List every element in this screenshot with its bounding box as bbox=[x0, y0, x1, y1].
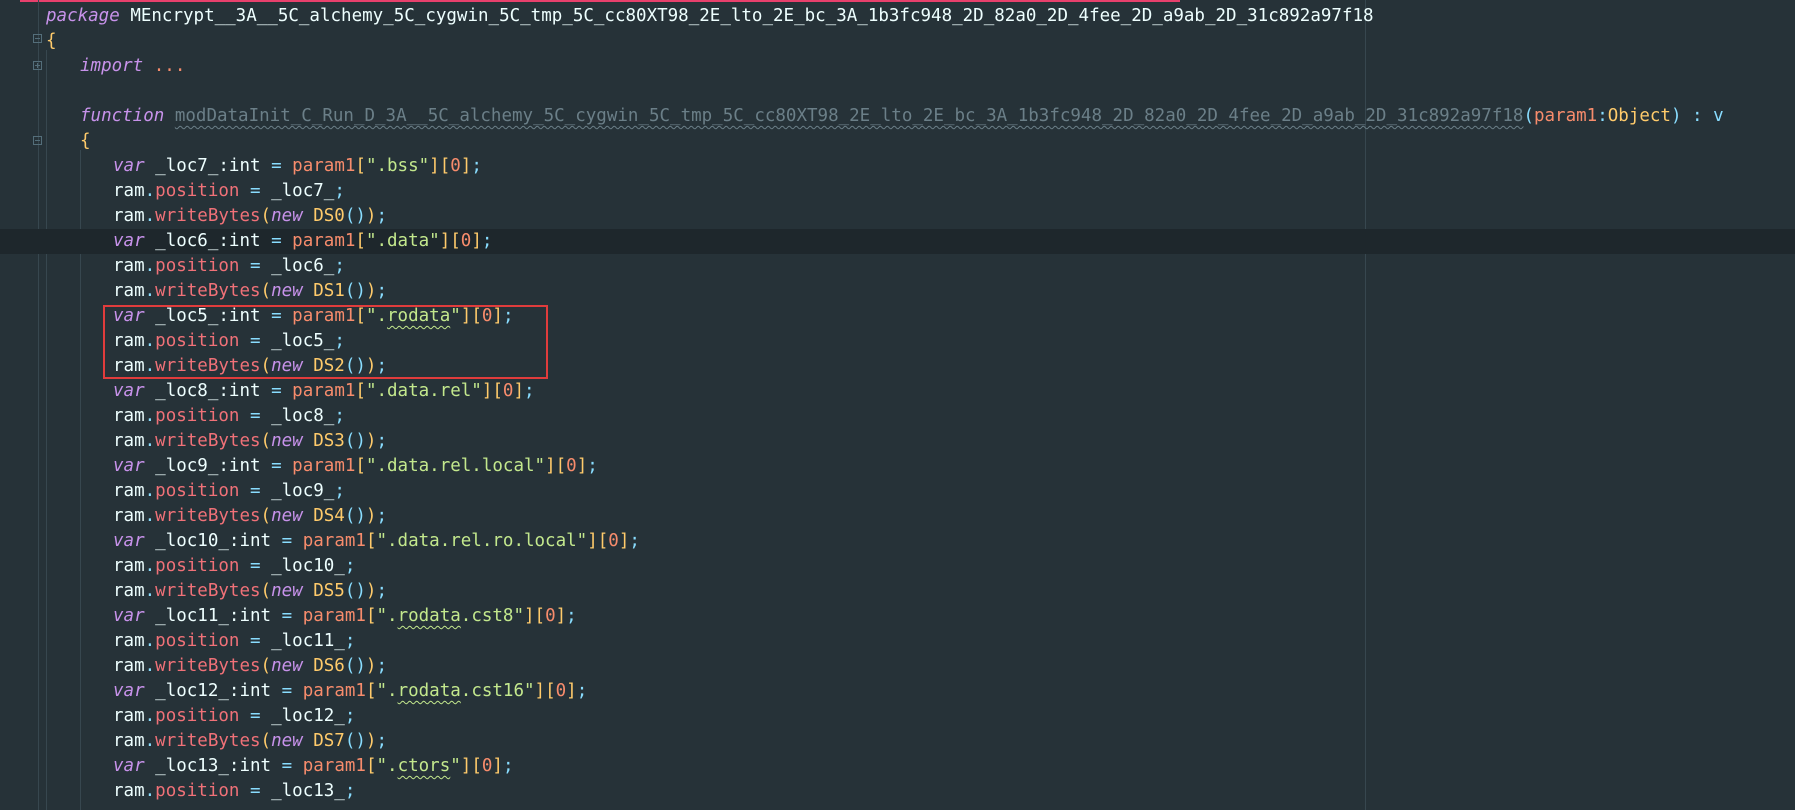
code-line-position: ram.position = _loc7_; bbox=[113, 181, 345, 201]
keyword-package: package bbox=[46, 6, 120, 26]
code-line-var: var _loc7_:int = param1[".bss"][0]; bbox=[113, 156, 482, 176]
var-name: _loc12_ bbox=[155, 681, 229, 701]
code-line-var: var _loc11_:int = param1[".rodata.cst8"]… bbox=[113, 606, 577, 626]
code-line-position: ram.position = _loc9_; bbox=[113, 481, 345, 501]
code-line-var: var _loc8_:int = param1[".data.rel"][0]; bbox=[113, 381, 535, 401]
ds-class: DS5 bbox=[313, 581, 345, 601]
section-string: ".data.rel.ro.local" bbox=[376, 531, 588, 551]
var-name: _loc6_ bbox=[155, 231, 219, 251]
var-ref: _loc6_ bbox=[271, 256, 335, 276]
keyword-var: var bbox=[113, 381, 145, 401]
keyword-var: var bbox=[113, 156, 145, 176]
keyword-var: var bbox=[113, 681, 145, 701]
var-name: _loc9_ bbox=[155, 456, 219, 476]
param-name: param1 bbox=[1533, 106, 1598, 126]
code-line-position: ram.position = _loc11_; bbox=[113, 631, 356, 651]
code-line-writebytes: ram.writeBytes(new DS4()); bbox=[113, 506, 387, 526]
code-line-writebytes: ram.writeBytes(new DS3()); bbox=[113, 431, 387, 451]
section-string: ".rodata.cst8" bbox=[376, 606, 524, 626]
var-ref: _loc9_ bbox=[271, 481, 335, 501]
ds-class: DS1 bbox=[313, 281, 345, 301]
ds-class: DS7 bbox=[313, 731, 345, 751]
function-name: modDataInit_C_Run_D_3A__5C_alchemy_5C_cy… bbox=[174, 106, 1524, 126]
highlight-box-rodata bbox=[103, 305, 548, 379]
code-line-open-brace: { bbox=[0, 29, 1795, 54]
section-string: ".data.rel" bbox=[365, 381, 482, 401]
function-tail: ) : v bbox=[1670, 106, 1724, 126]
code-line-position: ram.position = _loc12_; bbox=[113, 706, 356, 726]
code-line-package: package MEncrypt__3A__5C_alchemy_5C_cygw… bbox=[0, 4, 1795, 29]
keyword-var: var bbox=[113, 606, 145, 626]
import-folded[interactable]: ... bbox=[154, 56, 186, 76]
keyword-var: var bbox=[113, 231, 145, 251]
code-line-import: import ... bbox=[0, 54, 1795, 79]
code-line-position: ram.position = _loc8_; bbox=[113, 406, 345, 426]
code-line-var: var _loc13_:int = param1[".ctors"][0]; bbox=[113, 756, 514, 776]
var-name: _loc11_ bbox=[155, 606, 229, 626]
code-line-var: var _loc10_:int = param1[".data.rel.ro.l… bbox=[113, 531, 640, 551]
section-string: ".ctors" bbox=[376, 756, 461, 776]
code-line-writebytes: ram.writeBytes(new DS0()); bbox=[113, 206, 387, 226]
section-string: ".data" bbox=[365, 231, 440, 251]
var-name: _loc8_ bbox=[155, 381, 219, 401]
code-line-position: ram.position = _loc10_; bbox=[113, 556, 356, 576]
ds-class: DS3 bbox=[313, 431, 345, 451]
code-line-position: ram.position = _loc6_; bbox=[113, 256, 345, 276]
brace: { bbox=[46, 31, 57, 51]
var-ref: _loc8_ bbox=[271, 406, 335, 426]
code-line-writebytes: ram.writeBytes(new DS1()); bbox=[113, 281, 387, 301]
keyword-function: function bbox=[80, 106, 165, 126]
param-type: Object bbox=[1607, 106, 1671, 126]
code-line-writebytes: ram.writeBytes(new DS5()); bbox=[113, 581, 387, 601]
var-ref: _loc10_ bbox=[271, 556, 345, 576]
brace: { bbox=[80, 131, 91, 151]
code-line-var: var _loc9_:int = param1[".data.rel.local… bbox=[113, 456, 598, 476]
package-name: MEncrypt__3A__5C_alchemy_5C_cygwin_5C_tm… bbox=[130, 6, 1374, 26]
code-line-writebytes: ram.writeBytes(new DS7()); bbox=[113, 731, 387, 751]
code-line-body-open: { bbox=[0, 129, 1795, 154]
ds-class: DS6 bbox=[313, 656, 345, 676]
section-string: ".rodata.cst16" bbox=[376, 681, 535, 701]
code-editor[interactable]: package MEncrypt__3A__5C_alchemy_5C_cygw… bbox=[0, 0, 1795, 810]
section-string: ".bss" bbox=[365, 156, 430, 176]
var-ref: _loc12_ bbox=[271, 706, 345, 726]
code-line-var: var _loc12_:int = param1[".rodata.cst16"… bbox=[113, 681, 588, 701]
code-line-function: function modDataInit_C_Run_D_3A__5C_alch… bbox=[80, 106, 1724, 126]
ds-class: DS4 bbox=[313, 506, 345, 526]
ds-class: DS0 bbox=[313, 206, 345, 226]
var-name: _loc7_ bbox=[155, 156, 219, 176]
var-ref: _loc13_ bbox=[271, 781, 345, 801]
keyword-var: var bbox=[113, 456, 145, 476]
var-name: _loc13_ bbox=[155, 756, 229, 776]
keyword-var: var bbox=[113, 756, 145, 776]
section-string: ".data.rel.local" bbox=[365, 456, 546, 476]
keyword-import: import bbox=[80, 56, 144, 76]
var-name: _loc10_ bbox=[155, 531, 229, 551]
code-line-position: ram.position = _loc13_; bbox=[113, 781, 356, 801]
code-line-writebytes: ram.writeBytes(new DS6()); bbox=[113, 656, 387, 676]
code-line-var: var _loc6_:int = param1[".data"][0]; bbox=[0, 229, 1795, 254]
active-tab-indicator bbox=[20, 0, 1180, 2]
var-ref: _loc11_ bbox=[271, 631, 345, 651]
var-ref: _loc7_ bbox=[271, 181, 335, 201]
keyword-var: var bbox=[113, 531, 145, 551]
